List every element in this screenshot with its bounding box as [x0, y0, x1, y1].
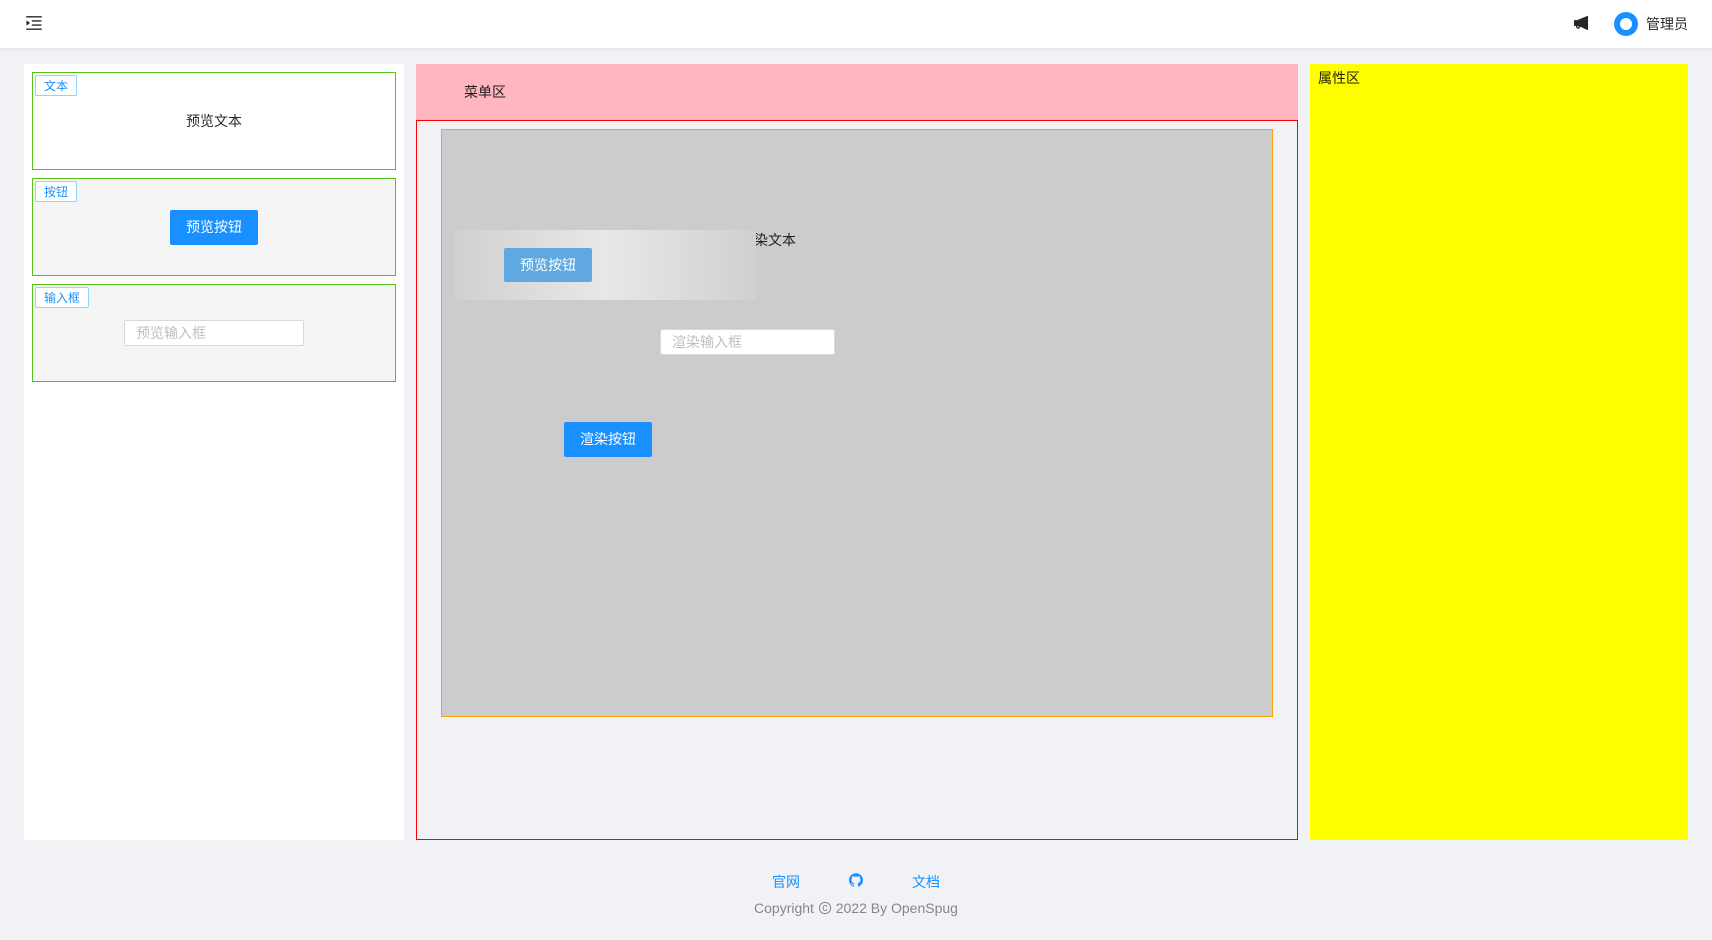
preview-input[interactable] [124, 320, 304, 346]
username: 管理员 [1646, 14, 1688, 34]
sidebar-panel: 文本 预览文本 按钮 预览按钮 输入框 [24, 64, 404, 840]
component-item-button[interactable]: 按钮 预览按钮 [32, 178, 396, 276]
footer-link-github[interactable] [848, 872, 864, 892]
copyright-prefix: Copyright [754, 900, 818, 916]
menu-area: 菜单区 [416, 64, 1298, 120]
component-tag: 文本 [35, 75, 77, 96]
component-item-input[interactable]: 输入框 [32, 284, 396, 382]
component-tag: 输入框 [35, 287, 89, 308]
footer: 官网 文档 Copyright 2022 By OpenSpug [0, 856, 1712, 940]
center-area: 菜单区 渲染文本 预览按钮 渲染按钮 [416, 64, 1298, 840]
render-preview-button[interactable]: 预览按钮 [504, 248, 592, 282]
copyright-suffix: 2022 By OpenSpug [832, 900, 958, 916]
menu-fold-icon[interactable] [24, 13, 44, 36]
preview-text: 预览文本 [186, 111, 242, 131]
props-area-label: 属性区 [1318, 70, 1360, 86]
component-tag: 按钮 [35, 181, 77, 202]
header-right: 管理员 [1572, 12, 1688, 36]
footer-link-docs[interactable]: 文档 [912, 872, 940, 892]
render-preview-button-wrap[interactable]: 预览按钮 [454, 230, 756, 300]
notification-icon[interactable] [1572, 14, 1590, 35]
render-button[interactable]: 渲染按钮 [564, 422, 652, 457]
avatar [1614, 12, 1638, 36]
header-left [24, 13, 44, 36]
render-input[interactable] [660, 329, 835, 355]
copyright: Copyright 2022 By OpenSpug [0, 900, 1712, 916]
header: 管理员 [0, 0, 1712, 48]
main-content: 文本 预览文本 按钮 预览按钮 输入框 菜单区 渲染文本 预览按钮 渲染按钮 [0, 48, 1712, 856]
github-icon [848, 872, 864, 888]
copyright-icon [818, 901, 832, 915]
footer-links: 官网 文档 [0, 872, 1712, 892]
component-item-text[interactable]: 文本 预览文本 [32, 72, 396, 170]
user-area[interactable]: 管理员 [1614, 12, 1688, 36]
preview-button[interactable]: 预览按钮 [170, 210, 258, 245]
footer-link-website[interactable]: 官网 [772, 872, 800, 892]
props-area: 属性区 [1310, 64, 1688, 840]
canvas-area: 渲染文本 预览按钮 渲染按钮 [416, 120, 1298, 840]
canvas-inner[interactable]: 渲染文本 预览按钮 渲染按钮 [441, 129, 1273, 717]
menu-area-label: 菜单区 [464, 84, 506, 100]
